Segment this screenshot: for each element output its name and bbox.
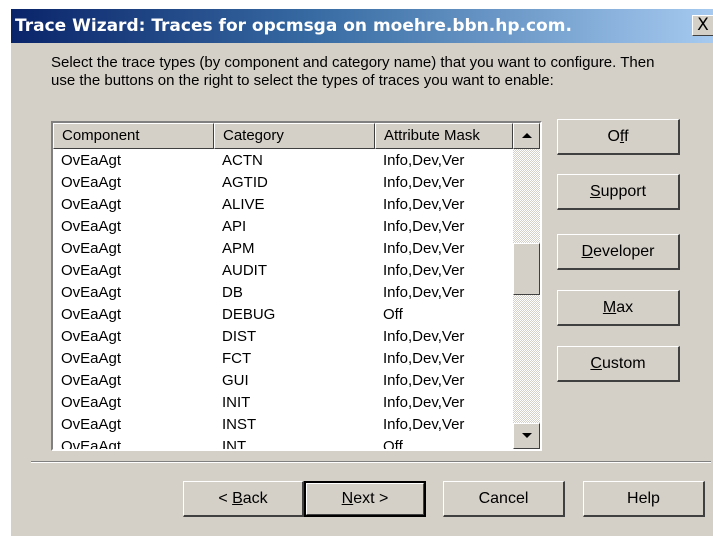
- off-button[interactable]: Off: [557, 119, 680, 155]
- arrow-up-icon: [522, 133, 532, 138]
- separator-line: [31, 461, 711, 463]
- cell-category: DEBUG: [222, 306, 276, 323]
- cell-category: AGTID: [222, 174, 268, 191]
- back-button-label-b: ack: [242, 490, 268, 507]
- list-rows: OvEaAgt ACTN Info,Dev,Ver OvEaAgt AGTID Info,…: [53, 150, 513, 451]
- cell-category: INT: [222, 438, 247, 451]
- table-row[interactable]: OvEaAgt GUI Info,Dev,Ver: [53, 370, 513, 392]
- scroll-thumb[interactable]: [513, 243, 540, 295]
- cell-attribute-mask: Info,Dev,Ver: [383, 350, 465, 367]
- window-title: Trace Wizard: Traces for opcmsga on moeh…: [15, 16, 572, 36]
- custom-button-label-b: ustom: [601, 355, 646, 372]
- next-button[interactable]: Next >: [304, 481, 426, 517]
- cell-category: AUDIT: [222, 262, 267, 279]
- next-button-label-b: ext >: [353, 490, 389, 507]
- back-button-label-a: <: [218, 490, 233, 507]
- close-button[interactable]: X: [692, 15, 713, 36]
- help-button[interactable]: Help: [583, 481, 705, 517]
- scroll-up-button[interactable]: [513, 123, 540, 149]
- instructions-text: Select the trace types (by component and…: [51, 54, 655, 89]
- developer-button[interactable]: Developer: [557, 234, 680, 270]
- cell-component: OvEaAgt: [61, 328, 122, 345]
- cell-attribute-mask: Info,Dev,Ver: [383, 328, 465, 345]
- list-header: Component Category Attribute Mask: [53, 123, 513, 149]
- cell-category: DIST: [222, 328, 257, 345]
- cell-attribute-mask: Info,Dev,Ver: [383, 284, 465, 301]
- cell-attribute-mask: Info,Dev,Ver: [383, 394, 465, 411]
- off-button-label-a: O: [607, 128, 620, 145]
- cell-component: OvEaAgt: [61, 174, 122, 191]
- cell-component: OvEaAgt: [61, 240, 122, 257]
- table-row[interactable]: OvEaAgt AGTID Info,Dev,Ver: [53, 172, 513, 194]
- cell-attribute-mask: Info,Dev,Ver: [383, 174, 465, 191]
- cell-attribute-mask: Info,Dev,Ver: [383, 152, 465, 169]
- table-row[interactable]: OvEaAgt ACTN Info,Dev,Ver: [53, 150, 513, 172]
- cell-component: OvEaAgt: [61, 394, 122, 411]
- cell-category: DB: [222, 284, 243, 301]
- developer-button-accel: D: [581, 243, 594, 260]
- support-button-label-b: upport: [600, 183, 647, 200]
- cell-component: OvEaAgt: [61, 284, 122, 301]
- cell-component: OvEaAgt: [61, 262, 122, 279]
- cell-attribute-mask: Info,Dev,Ver: [383, 372, 465, 389]
- table-row[interactable]: OvEaAgt FCT Info,Dev,Ver: [53, 348, 513, 370]
- cell-attribute-mask: Off: [383, 438, 403, 451]
- cell-attribute-mask: Off: [383, 306, 403, 323]
- cell-component: OvEaAgt: [61, 152, 122, 169]
- cell-attribute-mask: Info,Dev,Ver: [383, 218, 465, 235]
- next-button-accel: N: [341, 490, 354, 507]
- trace-wizard-dialog: Trace Wizard: Traces for opcmsga on moeh…: [10, 8, 713, 536]
- cell-category: API: [222, 218, 247, 235]
- table-row[interactable]: OvEaAgt DIST Info,Dev,Ver: [53, 326, 513, 348]
- scroll-down-button[interactable]: [513, 423, 540, 449]
- cancel-button[interactable]: Cancel: [443, 481, 565, 517]
- cell-category: GUI: [222, 372, 249, 389]
- column-header-category[interactable]: Category: [214, 123, 375, 149]
- cell-attribute-mask: Info,Dev,Ver: [383, 416, 465, 433]
- cell-component: OvEaAgt: [61, 372, 122, 389]
- column-header-attribute-mask[interactable]: Attribute Mask: [375, 123, 513, 149]
- trace-types-list[interactable]: Component Category Attribute Mask OvEaAg…: [51, 121, 542, 451]
- cell-category: INIT: [222, 394, 251, 411]
- table-row[interactable]: OvEaAgt INST Info,Dev,Ver: [53, 414, 513, 436]
- developer-button-label-b: eveloper: [593, 243, 655, 260]
- vertical-scrollbar[interactable]: [513, 123, 540, 449]
- cell-category: ALIVE: [222, 196, 265, 213]
- cell-component: OvEaAgt: [61, 196, 122, 213]
- cell-category: INST: [222, 416, 257, 433]
- arrow-down-icon: [522, 433, 532, 438]
- table-row[interactable]: OvEaAgt API Info,Dev,Ver: [53, 216, 513, 238]
- support-button-accel: S: [589, 183, 601, 200]
- cell-category: FCT: [222, 350, 252, 367]
- cell-category: APM: [222, 240, 255, 257]
- support-button[interactable]: Support: [557, 174, 680, 210]
- back-button-accel: B: [232, 490, 243, 507]
- table-row[interactable]: OvEaAgt INIT Info,Dev,Ver: [53, 392, 513, 414]
- cell-component: OvEaAgt: [61, 350, 122, 367]
- cell-attribute-mask: Info,Dev,Ver: [383, 240, 465, 257]
- cell-attribute-mask: Info,Dev,Ver: [383, 196, 465, 213]
- table-row[interactable]: OvEaAgt APM Info,Dev,Ver: [53, 238, 513, 260]
- column-header-component[interactable]: Component: [53, 123, 214, 149]
- table-row[interactable]: OvEaAgt AUDIT Info,Dev,Ver: [53, 260, 513, 282]
- table-row[interactable]: OvEaAgt INT Off: [53, 436, 513, 451]
- max-button-accel: M: [602, 299, 617, 316]
- cell-category: ACTN: [222, 152, 263, 169]
- table-row[interactable]: OvEaAgt DB Info,Dev,Ver: [53, 282, 513, 304]
- cell-component: OvEaAgt: [61, 306, 122, 323]
- table-row[interactable]: OvEaAgt DEBUG Off: [53, 304, 513, 326]
- cell-component: OvEaAgt: [61, 218, 122, 235]
- table-row[interactable]: OvEaAgt ALIVE Info,Dev,Ver: [53, 194, 513, 216]
- cell-component: OvEaAgt: [61, 416, 122, 433]
- back-button[interactable]: < Back: [183, 481, 304, 517]
- off-button-label-b: f: [624, 128, 629, 145]
- cell-component: OvEaAgt: [61, 438, 122, 451]
- custom-button-accel: C: [590, 355, 602, 372]
- max-button[interactable]: Max: [557, 290, 680, 326]
- custom-button[interactable]: Custom: [557, 346, 680, 382]
- max-button-label-b: ax: [616, 299, 634, 316]
- cell-attribute-mask: Info,Dev,Ver: [383, 262, 465, 279]
- title-bar[interactable]: Trace Wizard: Traces for opcmsga on moeh…: [11, 9, 713, 43]
